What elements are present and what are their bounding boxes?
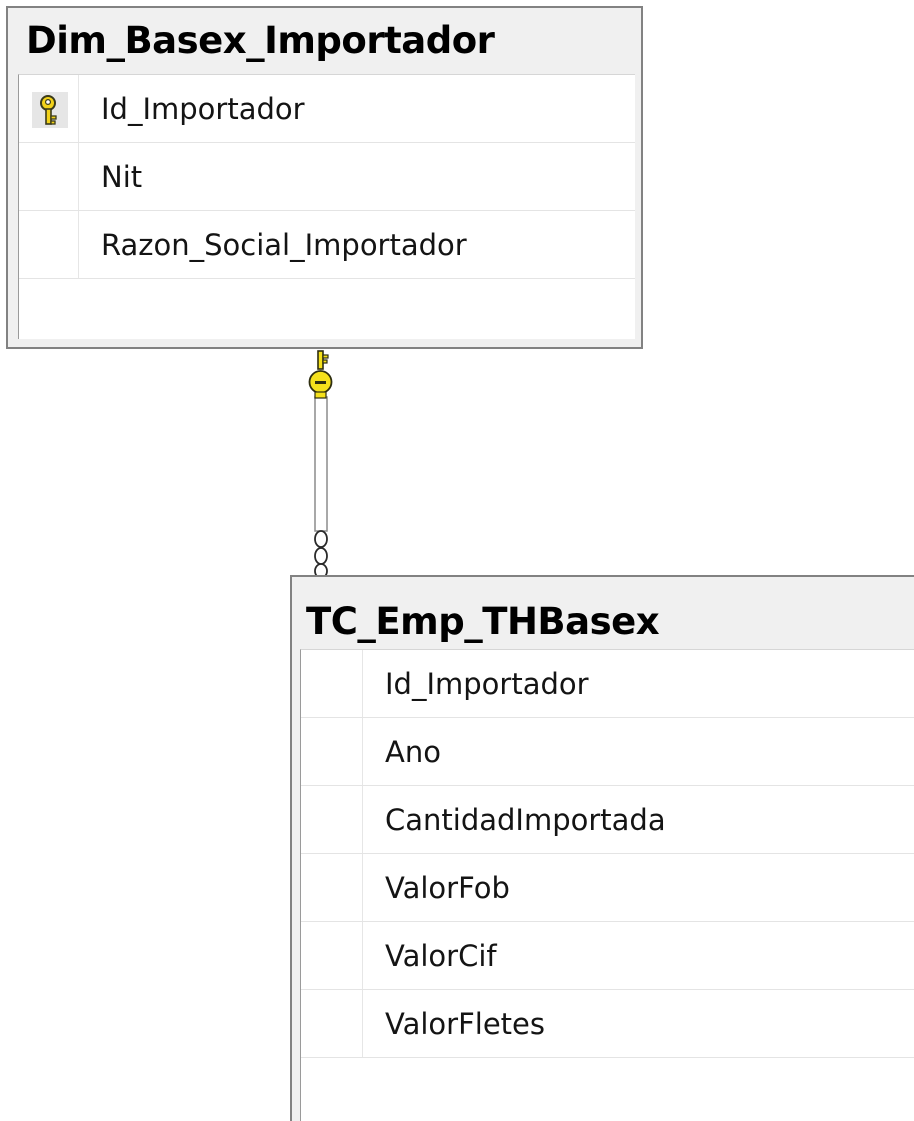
column-list: Id_Importador Nit Razon_Social_Importado… [18,74,635,339]
column-name: Razon_Social_Importador [101,228,467,262]
column-name: ValorFob [385,871,510,905]
row-selector[interactable] [301,922,363,989]
diagram-canvas: Dim_Basex_Importador Id_Importador Nit R… [0,0,914,1121]
row-selector[interactable] [301,786,363,853]
column-row-valor-fob[interactable]: ValorFob [301,854,914,922]
column-name: Id_Importador [101,92,305,126]
empty-new-column-row[interactable] [301,1058,914,1121]
table-title[interactable]: TC_Emp_THBasex [292,577,914,649]
row-selector[interactable] [301,650,363,717]
infinity-icon [314,530,328,579]
column-row-nit[interactable]: Nit [19,143,635,211]
column-row-razon-social-importador[interactable]: Razon_Social_Importador [19,211,635,279]
row-selector[interactable] [19,211,79,278]
table-title[interactable]: Dim_Basex_Importador [8,8,641,74]
row-selector[interactable] [301,990,363,1057]
table-tc-emp-thbasex[interactable]: TC_Emp_THBasex Id_Importador Ano Cantida… [290,575,914,1121]
column-name: ValorFletes [385,1007,545,1041]
column-row-id-importador[interactable]: Id_Importador [19,75,635,143]
row-selector[interactable] [19,143,79,210]
column-row-id-importador[interactable]: Id_Importador [301,650,914,718]
column-row-ano[interactable]: Ano [301,718,914,786]
empty-new-column-row[interactable] [19,279,635,347]
column-row-valor-cif[interactable]: ValorCif [301,922,914,990]
column-name: Ano [385,735,441,769]
primary-key-icon [32,92,68,128]
row-selector[interactable] [301,718,363,785]
column-name: ValorCif [385,939,497,973]
column-row-valor-fletes[interactable]: ValorFletes [301,990,914,1058]
column-name: Nit [101,160,143,194]
column-list: Id_Importador Ano CantidadImportada Valo… [300,649,914,1121]
relationship-line[interactable] [314,396,328,532]
relationship-connector[interactable] [292,345,352,585]
table-dim-basex-importador[interactable]: Dim_Basex_Importador Id_Importador Nit R… [6,6,643,349]
key-icon [308,350,333,399]
column-row-cantidad-importada[interactable]: CantidadImportada [301,786,914,854]
column-name: Id_Importador [385,667,589,701]
row-selector[interactable] [19,75,79,142]
column-name: CantidadImportada [385,803,666,837]
row-selector[interactable] [301,854,363,921]
